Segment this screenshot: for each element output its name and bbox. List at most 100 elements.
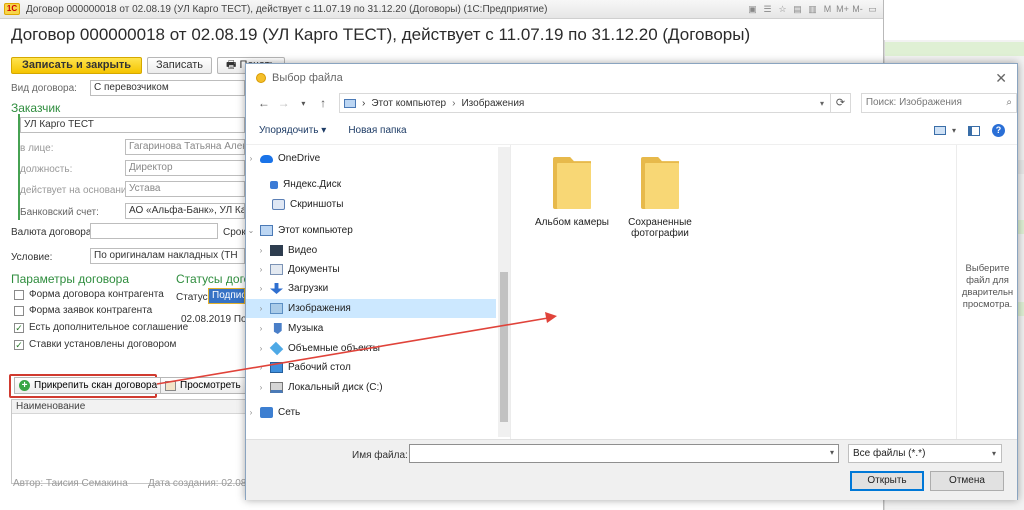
open-button[interactable]: Открыть	[850, 471, 924, 491]
new-folder-button[interactable]: Новая папка	[348, 125, 406, 136]
expand-chevron-icon[interactable]: ›	[256, 363, 266, 372]
folder-icon	[641, 157, 679, 209]
expand-chevron-icon[interactable]: ›	[256, 383, 266, 392]
checkbox-box[interactable]	[14, 305, 24, 316]
address-dropdown-icon[interactable]: ▾	[814, 99, 830, 108]
up-arrow-icon[interactable]: ↑	[313, 96, 333, 110]
filename-input[interactable]: ▾	[409, 444, 839, 463]
attachments-table[interactable]: Наименование	[11, 399, 251, 484]
save-and-close-button[interactable]: Записать и закрыть	[11, 57, 143, 74]
close-icon[interactable]: ✕	[995, 70, 1007, 87]
tree-item-screenshots[interactable]: Скриншоты	[246, 195, 496, 214]
expand-chevron-icon[interactable]: ›	[256, 304, 266, 313]
restore-icon[interactable]: ▭	[866, 3, 879, 16]
tree-item-onedrive[interactable]: › OneDrive	[246, 149, 496, 168]
help-icon[interactable]: ?	[992, 124, 1005, 137]
tree-item-3d-objects[interactable]: › Объемные объекты	[246, 339, 496, 358]
attach-scan-button[interactable]: + Прикрепить скан договора	[14, 377, 165, 394]
organize-menu[interactable]: Упорядочить ▾	[259, 125, 326, 136]
tree-item-label: Яндекс.Диск	[283, 179, 342, 190]
tree-item-pictures[interactable]: › Изображения	[246, 299, 496, 318]
tree-item-video[interactable]: › Видео	[246, 241, 496, 260]
dialog-title: Выбор файла	[272, 72, 343, 84]
page-title: Договор 000000018 от 02.08.19 (УЛ Карго …	[11, 25, 751, 44]
memory-plus-button[interactable]: M+	[836, 3, 849, 16]
breadcrumb-folder[interactable]: Изображения	[461, 98, 524, 109]
checkbox-order-form[interactable]: Форма заявок контрагента	[14, 305, 152, 316]
expand-chevron-icon[interactable]: ›	[256, 344, 266, 353]
file-type-select[interactable]: Все файлы (*.*) ▾	[848, 444, 1002, 463]
recent-chevron-icon[interactable]: ▾	[294, 99, 314, 108]
status-field[interactable]: Подпис	[208, 288, 245, 304]
file-dialog: Выбор файла ✕ ← → ▾ ↑ › Этот компьютер ›…	[245, 63, 1018, 500]
expand-chevron-icon[interactable]: ›	[256, 246, 266, 255]
chevron-down-icon[interactable]: ▾	[830, 448, 834, 457]
screenshots-icon	[272, 199, 285, 210]
collapse-chevron-icon[interactable]: ⌄	[246, 226, 256, 235]
checkbox-additional-agreement[interactable]: ✓ Есть дополнительное соглашение	[14, 322, 188, 333]
checkbox-label: Форма договора контрагента	[29, 289, 164, 300]
expand-chevron-icon[interactable]: ›	[256, 265, 266, 274]
checkbox-rates-by-contract[interactable]: ✓ Ставки установлены договором	[14, 339, 176, 350]
column-header-name[interactable]: Наименование	[12, 400, 250, 414]
memory-minus-button[interactable]: M-	[851, 3, 864, 16]
memory-button[interactable]: M	[821, 3, 834, 16]
tool-icon[interactable]: ▥	[806, 3, 819, 16]
view-button[interactable]: Просмотреть	[160, 377, 250, 394]
tool-icon[interactable]: ▤	[791, 3, 804, 16]
tree-item-documents[interactable]: › Документы	[246, 260, 496, 279]
video-icon	[270, 245, 283, 256]
tree-item-network[interactable]: › Сеть	[246, 403, 496, 422]
tree-item-this-pc[interactable]: ⌄ Этот компьютер	[246, 221, 496, 240]
address-bar[interactable]: › Этот компьютер › Изображения ▾	[339, 93, 832, 113]
save-button[interactable]: Записать	[147, 57, 213, 74]
cancel-button[interactable]: Отмена	[930, 471, 1004, 491]
bank-field[interactable]: АО «Альфа-Банк», УЛ Карг	[125, 203, 245, 219]
scrollbar-thumb[interactable]	[500, 272, 508, 422]
forward-arrow-icon[interactable]: →	[274, 96, 294, 110]
term-label: Срок	[223, 227, 246, 238]
tree-item-label: Изображения	[288, 303, 351, 314]
chevron-down-icon[interactable]: ▾	[992, 445, 996, 462]
position-field[interactable]: Директор	[125, 160, 245, 176]
tree-item-desktop[interactable]: › Рабочий стол	[246, 358, 496, 377]
back-arrow-icon[interactable]: ←	[254, 96, 274, 110]
checkbox-checked-icon[interactable]: ✓	[14, 339, 24, 350]
tree-item-yandex-disk[interactable]: Яндекс.Диск	[246, 175, 496, 194]
checkbox-box[interactable]	[14, 289, 24, 300]
customer-org-field[interactable]: УЛ Карго ТЕСТ	[20, 117, 245, 133]
tool-icon[interactable]: ☆	[776, 3, 789, 16]
tree-item-local-disk[interactable]: › Локальный диск (C:)	[246, 378, 496, 397]
tree-item-label: Этот компьютер	[278, 225, 353, 236]
view-dropdown-icon[interactable]: ▾	[952, 126, 956, 135]
tool-icon[interactable]: ☰	[761, 3, 774, 16]
tree-item-music[interactable]: › Музыка	[246, 319, 496, 338]
expand-chevron-icon[interactable]: ›	[246, 408, 256, 417]
refresh-icon[interactable]: ⟳	[831, 93, 851, 113]
basis-field[interactable]: Устава	[125, 181, 245, 197]
folder-camera-roll[interactable]: Альбом камеры	[527, 157, 617, 228]
expand-chevron-icon[interactable]: ›	[246, 154, 256, 163]
search-icon: ⌕	[1006, 97, 1012, 108]
breadcrumb-root[interactable]: Этот компьютер	[371, 98, 446, 109]
preview-pane-icon[interactable]	[968, 125, 980, 136]
view-mode-icon[interactable]	[933, 126, 946, 135]
checkbox-checked-icon[interactable]: ✓	[14, 322, 24, 333]
folder-saved-pictures[interactable]: Сохраненные фотографии	[615, 157, 705, 239]
tool-icon[interactable]: ▣	[746, 3, 759, 16]
person-field[interactable]: Гагаринова Татьяна Алекса	[125, 139, 245, 155]
file-list: Альбом камеры Сохраненные фотографии	[512, 145, 954, 439]
params-section-title: Параметры договора	[11, 272, 130, 286]
tree-scrollbar[interactable]	[498, 147, 510, 437]
tree-item-downloads[interactable]: › Загрузки	[246, 279, 496, 298]
condition-field[interactable]: По оригиналам накладных (ТН	[90, 248, 245, 264]
contract-type-field[interactable]: С перевозчиком	[90, 80, 245, 96]
checkbox-contract-form[interactable]: Форма договора контрагента	[14, 289, 164, 300]
command-bar: Упорядочить ▾ Новая папка ▾ ?	[246, 117, 1017, 145]
search-input[interactable]: Поиск: Изображения ⌕	[860, 93, 1017, 113]
folder-name: Альбом камеры	[535, 217, 609, 228]
expand-chevron-icon[interactable]: ›	[256, 284, 266, 293]
tree-item-label: Скриншоты	[290, 199, 344, 210]
currency-field[interactable]	[90, 223, 218, 239]
expand-chevron-icon[interactable]: ›	[256, 324, 266, 333]
